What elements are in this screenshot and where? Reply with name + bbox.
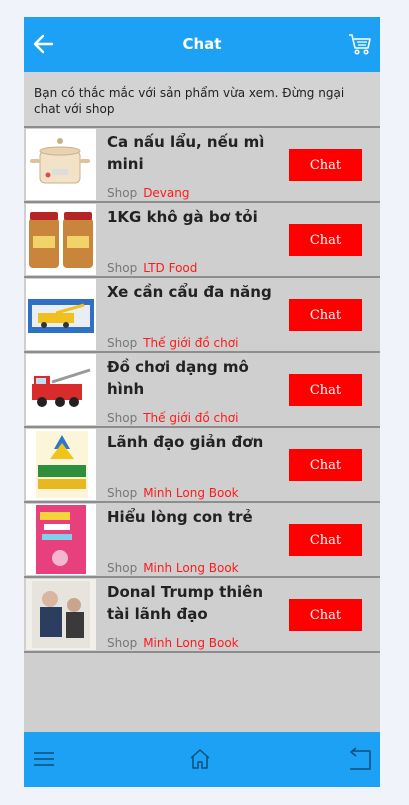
list-item: 1KG khô gà bơ tỏi Shop LTD Food Chat bbox=[24, 201, 380, 276]
shop-name[interactable]: Minh Long Book bbox=[143, 486, 238, 500]
shop-label: Shop bbox=[107, 486, 138, 500]
shop-label: Shop bbox=[107, 411, 138, 425]
chat-button[interactable]: Chat bbox=[289, 524, 362, 556]
shop-info: Shop Minh Long Book bbox=[107, 636, 239, 650]
shop-info: Shop Minh Long Book bbox=[107, 561, 239, 575]
shop-info: Shop Devang bbox=[107, 186, 190, 200]
shop-name[interactable]: Minh Long Book bbox=[143, 636, 238, 650]
shop-label: Shop bbox=[107, 561, 138, 575]
page-title: Chat bbox=[182, 35, 222, 53]
shop-info: Shop Thế giới đồ chơi bbox=[107, 411, 238, 425]
shop-name[interactable]: Devang bbox=[143, 186, 189, 200]
chat-button[interactable]: Chat bbox=[289, 374, 362, 406]
product-list: Ca nấu lẩu, nếu mì mini Shop Devang Chat … bbox=[24, 126, 380, 653]
shop-info: Shop Thế giới đồ chơi bbox=[107, 336, 238, 350]
book-cover-leadership-image bbox=[26, 429, 96, 500]
book-cover-pink-image bbox=[26, 504, 96, 575]
product-name[interactable]: Hiểu lòng con trẻ bbox=[107, 506, 287, 528]
shop-name[interactable]: LTD Food bbox=[143, 261, 197, 275]
fire-truck-toy-image bbox=[26, 354, 96, 425]
chat-button[interactable]: Chat bbox=[289, 149, 362, 181]
shop-name[interactable]: Thế giới đồ chơi bbox=[143, 336, 238, 350]
list-item: Hiểu lòng con trẻ Shop Minh Long Book Cha… bbox=[24, 501, 380, 576]
shop-info: Shop LTD Food bbox=[107, 261, 197, 275]
chat-notice: Bạn có thắc mắc với sản phẩm vừa xem. Đừ… bbox=[24, 72, 380, 126]
product-name[interactable]: Donal Trump thiên tài lãnh đạo bbox=[107, 581, 287, 625]
product-name[interactable]: Ca nấu lẩu, nếu mì mini bbox=[107, 131, 287, 175]
chat-button[interactable]: Chat bbox=[289, 299, 362, 331]
crane-toy-box-image bbox=[26, 279, 96, 350]
bottom-nav bbox=[24, 732, 380, 787]
chat-button[interactable]: Chat bbox=[289, 449, 362, 481]
shop-name[interactable]: Minh Long Book bbox=[143, 561, 238, 575]
shop-info: Shop Minh Long Book bbox=[107, 486, 239, 500]
chat-button[interactable]: Chat bbox=[289, 599, 362, 631]
shop-label: Shop bbox=[107, 336, 138, 350]
shop-label: Shop bbox=[107, 261, 138, 275]
return-icon[interactable] bbox=[348, 747, 372, 771]
cooker-image bbox=[26, 129, 96, 200]
product-name[interactable]: 1KG khô gà bơ tỏi bbox=[107, 206, 287, 228]
list-item: Ca nấu lẩu, nếu mì mini Shop Devang Chat bbox=[24, 126, 380, 201]
book-cover-trump-image bbox=[26, 579, 96, 650]
home-icon[interactable] bbox=[188, 747, 212, 771]
shop-name[interactable]: Thế giới đồ chơi bbox=[143, 411, 238, 425]
product-name[interactable]: Xe cần cẩu đa năng bbox=[107, 281, 287, 303]
hamburger-menu-icon[interactable] bbox=[32, 747, 56, 771]
shop-label: Shop bbox=[107, 636, 138, 650]
list-item: Lãnh đạo giản đơn Shop Minh Long Book Cha… bbox=[24, 426, 380, 501]
product-name[interactable]: Lãnh đạo giản đơn bbox=[107, 431, 287, 453]
list-item: Xe cần cẩu đa năng Shop Thế giới đồ chơi … bbox=[24, 276, 380, 351]
app-screen: Chat Bạn có thắc mắc với sản phẩm vừa xe… bbox=[24, 17, 380, 787]
list-item: Đồ chơi dạng mô hình Shop Thế giới đồ chơ… bbox=[24, 351, 380, 426]
list-item: Donal Trump thiên tài lãnh đạo Shop Minh … bbox=[24, 576, 380, 653]
top-bar: Chat bbox=[24, 17, 380, 72]
cart-icon[interactable] bbox=[348, 32, 372, 56]
dried-chicken-jars-image bbox=[26, 204, 96, 275]
product-name[interactable]: Đồ chơi dạng mô hình bbox=[107, 356, 287, 400]
shop-label: Shop bbox=[107, 186, 138, 200]
chat-button[interactable]: Chat bbox=[289, 224, 362, 256]
